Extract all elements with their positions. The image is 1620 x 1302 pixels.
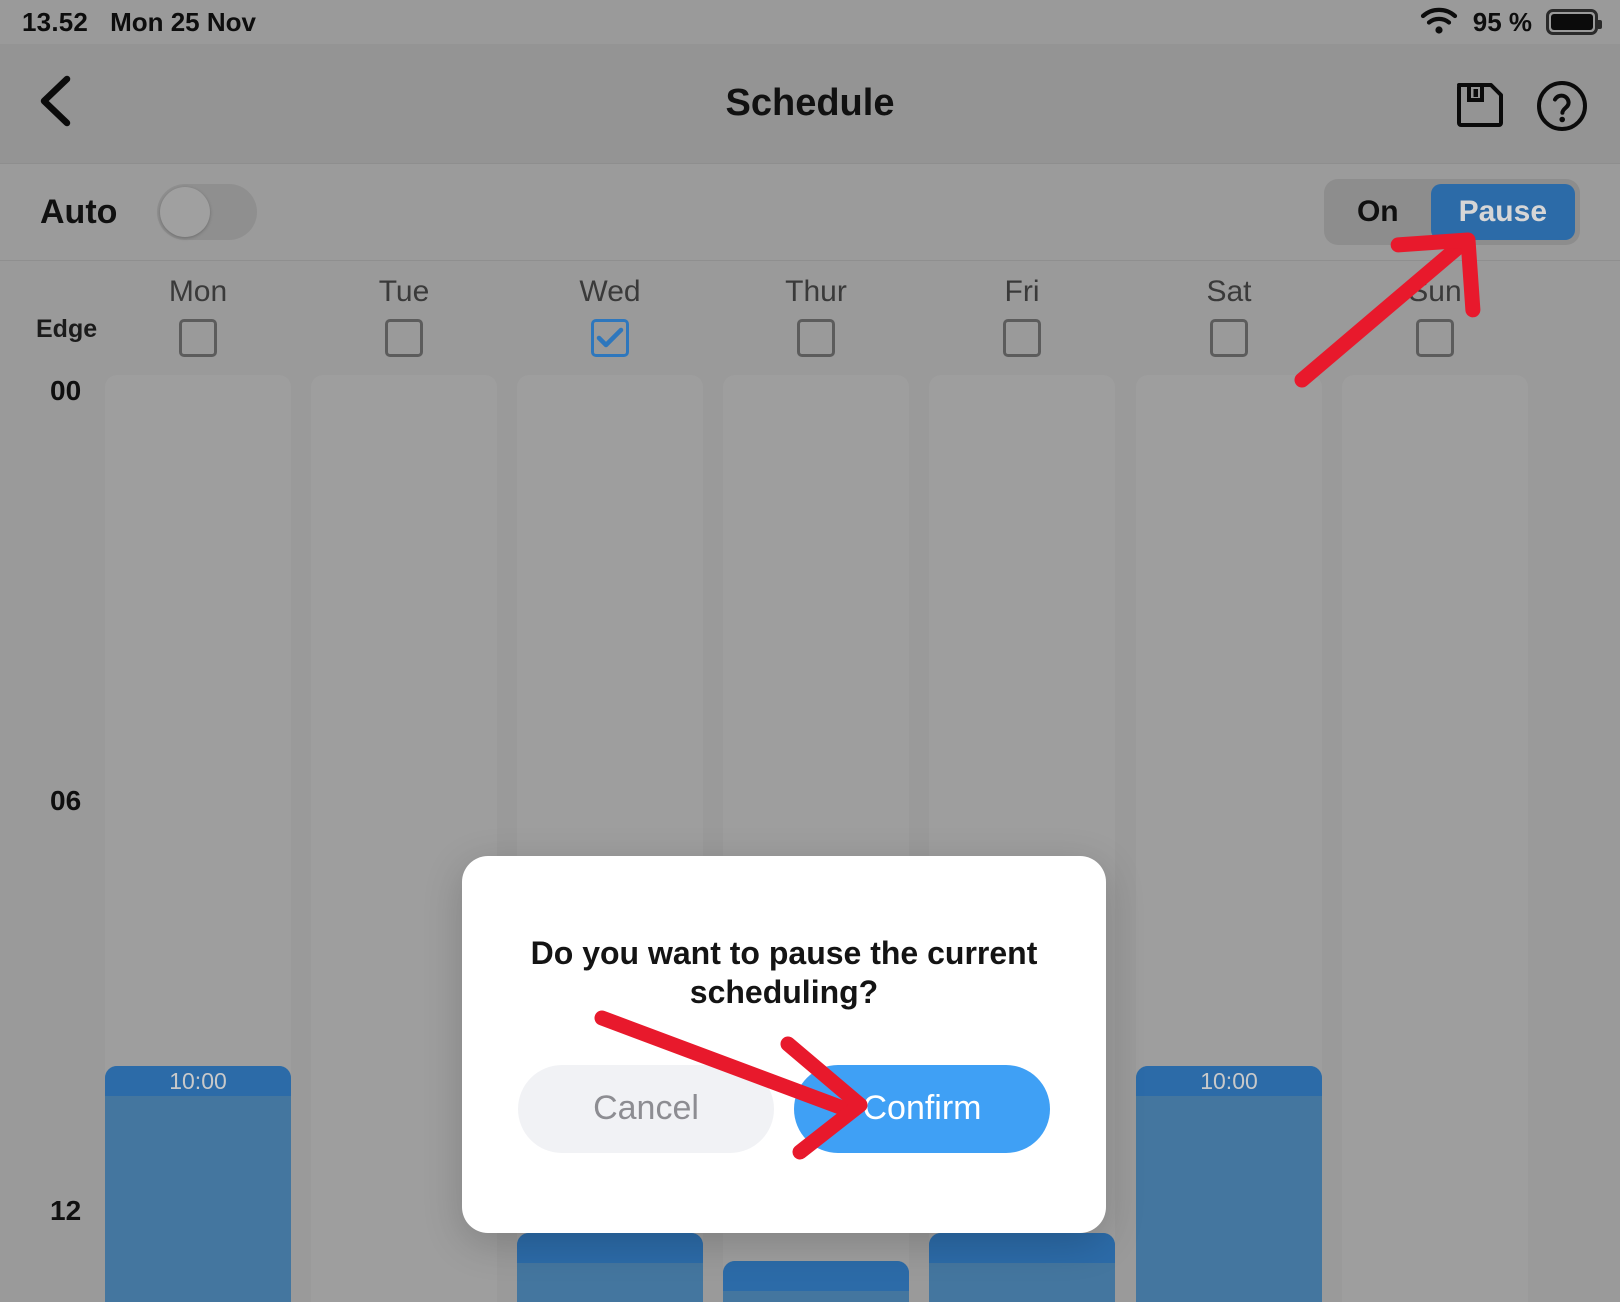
- status-bar: 13.52 Mon 25 Nov 95 %: [0, 0, 1620, 44]
- chevron-left-icon: [34, 71, 78, 136]
- schedule-block-wed[interactable]: [517, 1233, 703, 1302]
- schedule-block-sat[interactable]: 10:00: [1136, 1066, 1322, 1302]
- page-title: Schedule: [725, 82, 895, 124]
- auto-label: Auto: [40, 192, 118, 231]
- schedule-block-time-sat: 10:00: [1136, 1066, 1322, 1096]
- schedule-block-thur[interactable]: [723, 1261, 909, 1302]
- day-label-tue: Tue: [378, 275, 430, 308]
- day-checkbox-sat[interactable]: [1210, 319, 1248, 357]
- question-circle-icon[interactable]: [1534, 78, 1587, 131]
- schedule-block-time-mon: 10:00: [105, 1066, 291, 1096]
- mode-option-on[interactable]: On: [1329, 184, 1427, 240]
- day-checkbox-sun[interactable]: [1416, 319, 1454, 357]
- schedule-screen: 13.52 Mon 25 Nov 95 % Schedule Auto On P…: [0, 0, 1620, 1302]
- day-label-fri: Fri: [1004, 275, 1040, 308]
- day-header-sat: Sat: [1136, 275, 1322, 357]
- status-date: Mon 25 Nov: [110, 6, 256, 37]
- auto-toggle[interactable]: [157, 184, 258, 240]
- day-header-tue: Tue: [311, 275, 497, 357]
- battery-percentage: 95 %: [1472, 6, 1532, 37]
- schedule-block-time-wed: [517, 1233, 703, 1263]
- day-header-fri: Fri: [929, 275, 1115, 357]
- day-header-thur: Thur: [723, 275, 909, 357]
- navigation-actions: [1454, 78, 1587, 131]
- edge-label: Edge: [36, 315, 98, 343]
- pause-confirmation-dialog: Do you want to pause the current schedul…: [462, 856, 1106, 1233]
- status-bar-left: 13.52 Mon 25 Nov: [22, 7, 256, 38]
- battery-full-icon: [1546, 9, 1602, 35]
- time-label-06: 06: [50, 785, 82, 816]
- back-button[interactable]: [34, 69, 94, 139]
- day-header-mon: Mon: [105, 275, 291, 357]
- day-label-wed: Wed: [579, 275, 641, 308]
- floppy-save-icon[interactable]: [1454, 78, 1506, 130]
- mode-segmented-control: On Pause: [1323, 179, 1580, 245]
- status-time: 13.52: [22, 6, 89, 37]
- dialog-buttons: Cancel Confirm: [518, 1064, 1050, 1153]
- day-column-sun[interactable]: [1342, 375, 1528, 1302]
- schedule-block-time-fri: [929, 1233, 1115, 1263]
- time-label-12: 12: [50, 1195, 82, 1226]
- day-header-sun: Sun: [1342, 275, 1528, 357]
- day-checkbox-tue[interactable]: [385, 319, 423, 357]
- wifi-icon: [1419, 5, 1459, 40]
- time-label-00: 00: [50, 375, 82, 406]
- schedule-block-mon[interactable]: 10:00: [105, 1066, 291, 1302]
- checkmark-icon: [596, 327, 624, 348]
- day-label-sun: Sun: [1408, 275, 1462, 308]
- day-checkbox-thur[interactable]: [797, 319, 835, 357]
- auto-toggle-knob: [160, 187, 211, 237]
- mode-option-pause[interactable]: Pause: [1430, 184, 1575, 240]
- status-bar-right: 95 %: [1419, 5, 1602, 40]
- schedule-block-fri[interactable]: [929, 1233, 1115, 1302]
- day-header-wed: Wed: [517, 275, 703, 357]
- day-checkbox-wed[interactable]: [591, 319, 629, 357]
- days-header: Edge Mon Tue Wed Thur Fri Sat Sun: [0, 261, 1620, 375]
- day-checkbox-fri[interactable]: [1003, 319, 1041, 357]
- auto-mode-row: Auto On Pause: [0, 164, 1620, 261]
- day-label-thur: Thur: [785, 275, 847, 308]
- schedule-block-time-thur: [723, 1261, 909, 1291]
- confirm-button[interactable]: Confirm: [794, 1064, 1050, 1153]
- dialog-message: Do you want to pause the current schedul…: [530, 935, 1038, 1011]
- navigation-bar: Schedule: [0, 44, 1620, 164]
- cancel-button[interactable]: Cancel: [518, 1064, 774, 1153]
- day-label-mon: Mon: [168, 275, 228, 308]
- day-label-sat: Sat: [1206, 275, 1252, 308]
- day-checkbox-mon[interactable]: [179, 319, 217, 357]
